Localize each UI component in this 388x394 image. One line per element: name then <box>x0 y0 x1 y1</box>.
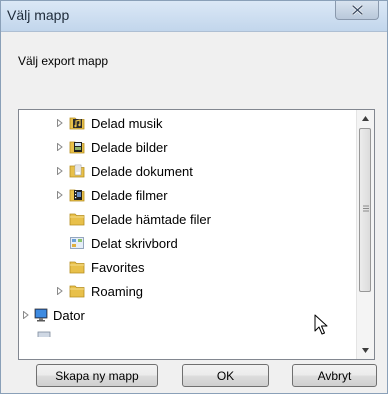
computer-icon <box>34 308 48 322</box>
tree-item-delade-hamtade-filer[interactable]: Delade hämtade filer <box>55 209 211 229</box>
close-x-icon <box>351 5 363 15</box>
prompt-label: Välj export mapp <box>18 54 109 68</box>
tree-item-label: Dator <box>53 307 85 323</box>
tree-item-delade-filmer[interactable]: Delade filmer <box>55 185 168 205</box>
tree-item-delat-skrivbord[interactable]: Delat skrivbord <box>55 233 178 253</box>
pictures-folder-icon <box>69 141 85 154</box>
scroll-down-button[interactable] <box>357 342 374 359</box>
close-button[interactable] <box>335 1 379 20</box>
ok-button[interactable]: OK <box>182 364 269 387</box>
folder-icon <box>69 213 85 226</box>
select-folder-dialog: Välj mapp Välj export mapp Delad musik D… <box>0 0 388 394</box>
scroll-up-button[interactable] <box>357 110 374 127</box>
vertical-scrollbar[interactable] <box>356 110 374 359</box>
expand-triangle-icon[interactable] <box>55 281 65 301</box>
expand-triangle-icon[interactable] <box>21 305 31 325</box>
tree-item-label: Delad musik <box>91 115 163 131</box>
tree-item-label: Delade hämtade filer <box>91 211 211 227</box>
tree-item-label: Roaming <box>91 283 144 299</box>
cancel-button[interactable]: Avbryt <box>292 364 377 387</box>
documents-folder-icon <box>69 164 85 178</box>
scroll-thumb[interactable] <box>359 128 371 292</box>
tree-item-label: Delade dokument <box>91 163 193 179</box>
tree-item-label: Delat skrivbord <box>91 235 178 251</box>
mouse-cursor-icon <box>314 314 328 335</box>
tree-item-delade-dokument[interactable]: Delade dokument <box>55 161 193 181</box>
chevron-up-icon <box>362 116 369 121</box>
videos-folder-icon <box>69 189 85 202</box>
tree-item-roaming[interactable]: Roaming <box>55 281 143 301</box>
desktop-icon <box>70 237 84 249</box>
tree-item-delade-bilder[interactable]: Delade bilder <box>55 137 168 157</box>
music-folder-icon <box>69 117 85 130</box>
chevron-down-icon <box>362 348 369 353</box>
expand-triangle-icon[interactable] <box>55 137 65 157</box>
expand-triangle-icon[interactable] <box>55 185 65 205</box>
new-folder-button[interactable]: Skapa ny mapp <box>36 364 158 387</box>
partial-tree-item <box>37 329 51 337</box>
window-title: Välj mapp <box>7 7 70 23</box>
folder-icon <box>69 261 85 274</box>
tree-item-favorites[interactable]: Favorites <box>55 257 144 277</box>
tree-item-dator[interactable]: Dator <box>21 305 85 325</box>
folder-icon <box>69 285 85 298</box>
grip-icon <box>363 205 369 212</box>
title-bar[interactable]: Välj mapp <box>1 1 387 32</box>
tree-item-label: Delade filmer <box>91 187 168 203</box>
tree-item-delad-musik[interactable]: Delad musik <box>55 113 163 133</box>
dialog-body: Välj export mapp Delad musik Delade bild… <box>1 32 387 393</box>
expand-triangle-icon[interactable] <box>55 161 65 181</box>
tree-item-label: Delade bilder <box>91 139 168 155</box>
expand-triangle-icon[interactable] <box>55 113 65 133</box>
tree-item-label: Favorites <box>91 259 145 275</box>
